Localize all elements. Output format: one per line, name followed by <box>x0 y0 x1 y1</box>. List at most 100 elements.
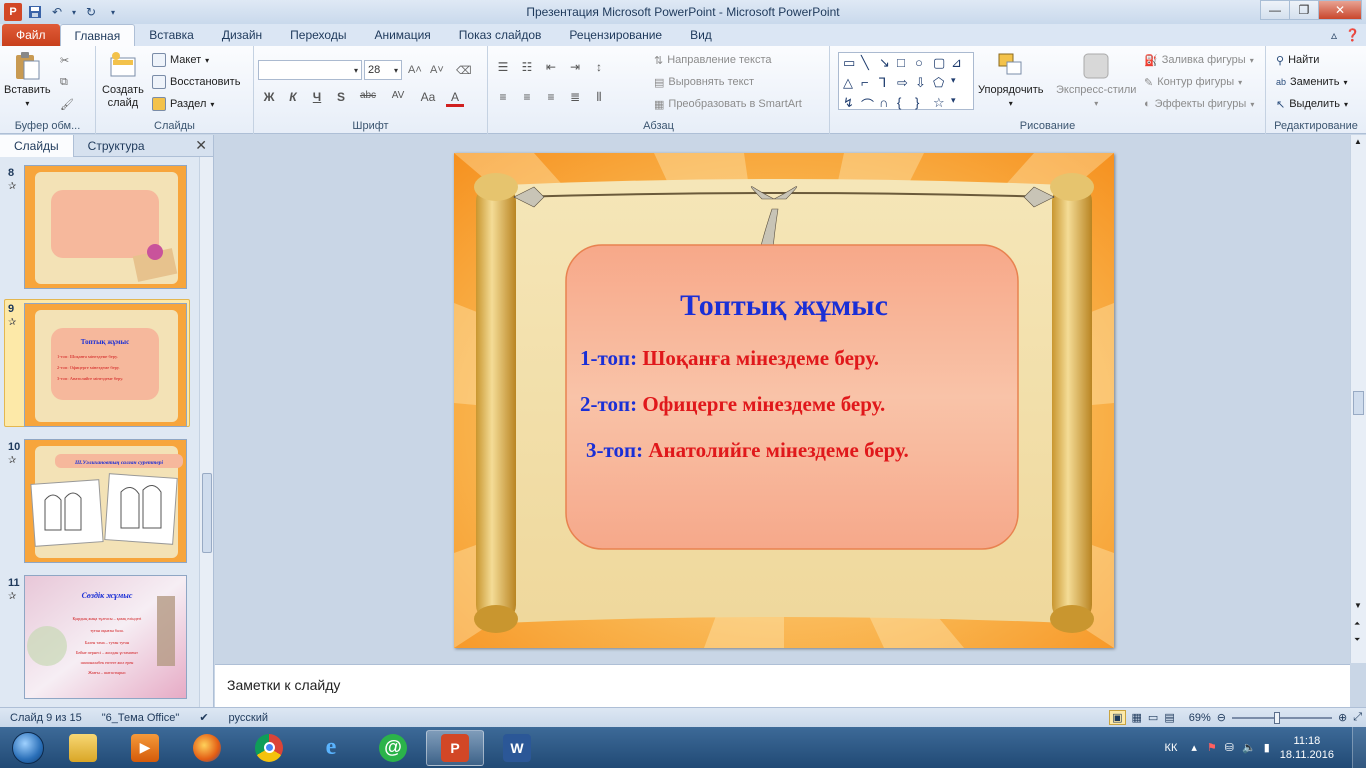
taskbar-firefox[interactable] <box>178 730 236 766</box>
zoom-out-icon[interactable]: ⊖ <box>1217 711 1226 724</box>
arrange-button[interactable]: Упорядочить ▾ <box>978 50 1043 110</box>
align-text-button[interactable]: ▤ Выровнять текст <box>654 72 754 92</box>
replace-button[interactable]: ab Заменить ▾ <box>1276 72 1347 92</box>
font-family-combo[interactable]: ▾ <box>258 60 362 80</box>
redo-icon[interactable]: ↻ <box>82 3 100 21</box>
slide-thumbnail-item[interactable]: 11 ✰ Сөздік жұмыс Қырдың жаңа тұлғасы – … <box>0 573 198 703</box>
minimize-button[interactable]: — <box>1260 0 1290 20</box>
slide-sorter-icon[interactable]: ▦ <box>1132 711 1142 724</box>
scroll-down-icon[interactable]: ▼ <box>1354 601 1362 610</box>
elbow-arrow-shape-icon[interactable]: ⅂ <box>879 75 895 93</box>
arc-shape-icon[interactable]: ∩ <box>879 95 895 113</box>
scrollbar-thumb[interactable] <box>202 473 212 553</box>
notes-placeholder[interactable]: Заметки к слайду <box>227 677 340 693</box>
slide-thumbnail[interactable]: Сөздік жұмыс Қырдың жаңа тұлғасы – қазақ… <box>24 575 187 699</box>
slide-thumbnail[interactable]: Топтық жұмыс 1-топ: Шоқанға мінездеме бе… <box>24 303 187 427</box>
close-icon[interactable]: ✕ <box>195 137 207 154</box>
shadow-button[interactable]: S <box>332 90 350 107</box>
more-shapes-icon[interactable]: ⊿ <box>951 55 967 73</box>
align-center-icon[interactable]: ≡ <box>518 90 536 105</box>
editor-vertical-scrollbar[interactable]: ▲ ▼ ⏶ ⏷ <box>1350 135 1366 663</box>
expand-gallery-icon[interactable]: ▾ <box>951 95 967 113</box>
down-arrow-shape-icon[interactable]: ⇩ <box>915 75 931 93</box>
next-slide-icon[interactable]: ⏷ <box>1354 635 1360 645</box>
arrow-line-shape-icon[interactable]: ↘ <box>879 55 895 73</box>
oval-shape-icon[interactable]: ○ <box>915 55 931 73</box>
tab-file[interactable]: Файл <box>2 24 60 46</box>
customize-qat-icon[interactable]: ▾ <box>104 3 122 21</box>
tab-review[interactable]: Рецензирование <box>555 24 676 46</box>
taskbar-ie[interactable]: e <box>302 730 360 766</box>
reading-view-icon[interactable]: ▭ <box>1148 711 1158 724</box>
reset-button[interactable]: Восстановить <box>152 72 240 92</box>
tab-slideshow[interactable]: Показ слайдов <box>445 24 556 46</box>
minimize-ribbon-icon[interactable]: ▵ <box>1331 28 1337 42</box>
rectangle-shape-icon[interactable]: □ <box>897 55 913 73</box>
tab-insert[interactable]: Вставка <box>135 24 208 46</box>
font-shrink-button[interactable]: A˅ <box>430 60 444 80</box>
slide-thumbnail-item-selected[interactable]: 9 ✰ Топтық жұмыс 1-топ: Шоқанға мінездем… <box>0 299 198 429</box>
normal-view-icon[interactable]: ▣ <box>1109 710 1126 725</box>
numbering-icon[interactable]: ☷ <box>518 60 536 74</box>
curve-shape-icon[interactable]: ⌒ <box>861 95 877 113</box>
notes-pane[interactable]: Заметки к слайду <box>215 664 1350 707</box>
bullets-icon[interactable]: ☰ <box>494 60 512 74</box>
taskbar-mail-agent[interactable]: @ <box>364 730 422 766</box>
start-button[interactable] <box>6 728 50 768</box>
new-slide-button[interactable]: Создать слайд <box>102 50 144 110</box>
tab-slides[interactable]: Слайды <box>0 134 74 157</box>
copy-button[interactable]: ⧉ <box>60 72 68 92</box>
tab-design[interactable]: Дизайн <box>208 24 276 46</box>
lightning-shape-icon[interactable]: ↯ <box>843 95 859 113</box>
star-shape-icon[interactable]: ☆ <box>933 95 949 113</box>
spellcheck-icon[interactable]: ✔ <box>189 711 218 724</box>
scrollbar-thumb[interactable] <box>1353 391 1364 415</box>
slide-thumbnail-item[interactable]: 8 ✰ <box>0 163 198 293</box>
find-button[interactable]: ⚲ Найти <box>1276 50 1319 70</box>
shape-fill-button[interactable]: ⛽ Заливка фигуры ▾ <box>1144 50 1254 70</box>
clock[interactable]: 11:18 18.11.2016 <box>1280 734 1334 762</box>
tab-transitions[interactable]: Переходы <box>276 24 360 46</box>
zoom-slider[interactable] <box>1231 711 1332 724</box>
chevron-down-icon[interactable]: ▾ <box>70 3 78 21</box>
quick-styles-button[interactable]: Экспресс-стили ▾ <box>1056 50 1136 110</box>
brace-right-shape-icon[interactable]: } <box>915 95 931 113</box>
smartart-button[interactable]: ▦ Преобразовать в SmartArt <box>654 94 802 114</box>
slides-panel-scrollbar[interactable] <box>199 157 213 707</box>
taskbar-chrome[interactable] <box>240 730 298 766</box>
select-button[interactable]: ↖ Выделить ▾ <box>1276 94 1348 114</box>
columns-icon[interactable]: ⫴ <box>590 90 608 105</box>
tab-outline[interactable]: Структура <box>74 135 159 157</box>
section-button[interactable]: Раздел ▾ <box>152 94 214 114</box>
taskbar-word[interactable]: W <box>488 730 546 766</box>
current-slide[interactable]: Топтық жұмыс 1-топ: Шоқанға мінездеме бе… <box>454 153 1114 648</box>
brace-left-shape-icon[interactable]: { <box>897 95 913 113</box>
layout-button[interactable]: Макет ▾ <box>152 50 209 70</box>
tab-view[interactable]: Вид <box>676 24 726 46</box>
increase-indent-icon[interactable]: ⇥ <box>566 60 584 74</box>
cut-button[interactable]: ✂ <box>60 50 69 70</box>
slide-thumbnail[interactable]: Ш.Уәлихановтың салған суреттері <box>24 439 187 563</box>
textbox-shape-icon[interactable]: ▭ <box>843 55 859 73</box>
shape-outline-button[interactable]: ✎ Контур фигуры ▾ <box>1144 72 1242 92</box>
right-arrow-shape-icon[interactable]: ⇨ <box>897 75 913 93</box>
font-color-button[interactable]: A <box>446 90 464 107</box>
power-icon[interactable]: ▮ <box>1264 741 1270 754</box>
font-grow-button[interactable]: A˄ <box>408 60 422 80</box>
line-spacing-icon[interactable]: ↕ <box>590 60 608 74</box>
save-icon[interactable] <box>26 3 44 21</box>
taskbar-powerpoint[interactable]: P <box>426 729 484 766</box>
zoom-in-icon[interactable]: ⊕ <box>1338 711 1347 724</box>
decrease-indent-icon[interactable]: ⇤ <box>542 60 560 74</box>
clear-format-button[interactable]: ⌫ <box>456 60 472 80</box>
spacing-button[interactable]: AV <box>386 90 410 107</box>
theme-name[interactable]: "6_Тема Office" <box>92 712 190 724</box>
italic-button[interactable]: К <box>284 90 302 107</box>
undo-icon[interactable]: ↶ <box>48 3 66 21</box>
slide-thumbnail[interactable] <box>24 165 187 289</box>
previous-slide-icon[interactable]: ⏶ <box>1354 619 1360 629</box>
elbow-shape-icon[interactable]: ⌐ <box>861 75 877 93</box>
flash-icon[interactable]: ⛁ <box>1225 741 1234 754</box>
slideshow-icon[interactable]: ▤ <box>1164 711 1174 724</box>
shapes-gallery[interactable]: ▭ ╲ ↘ □ ○ ▢ ⊿ △ ⌐ ⅂ ⇨ ⇩ ⬠ ▾ ↯ ⌒ ∩{} ☆ ▾ <box>838 52 974 113</box>
